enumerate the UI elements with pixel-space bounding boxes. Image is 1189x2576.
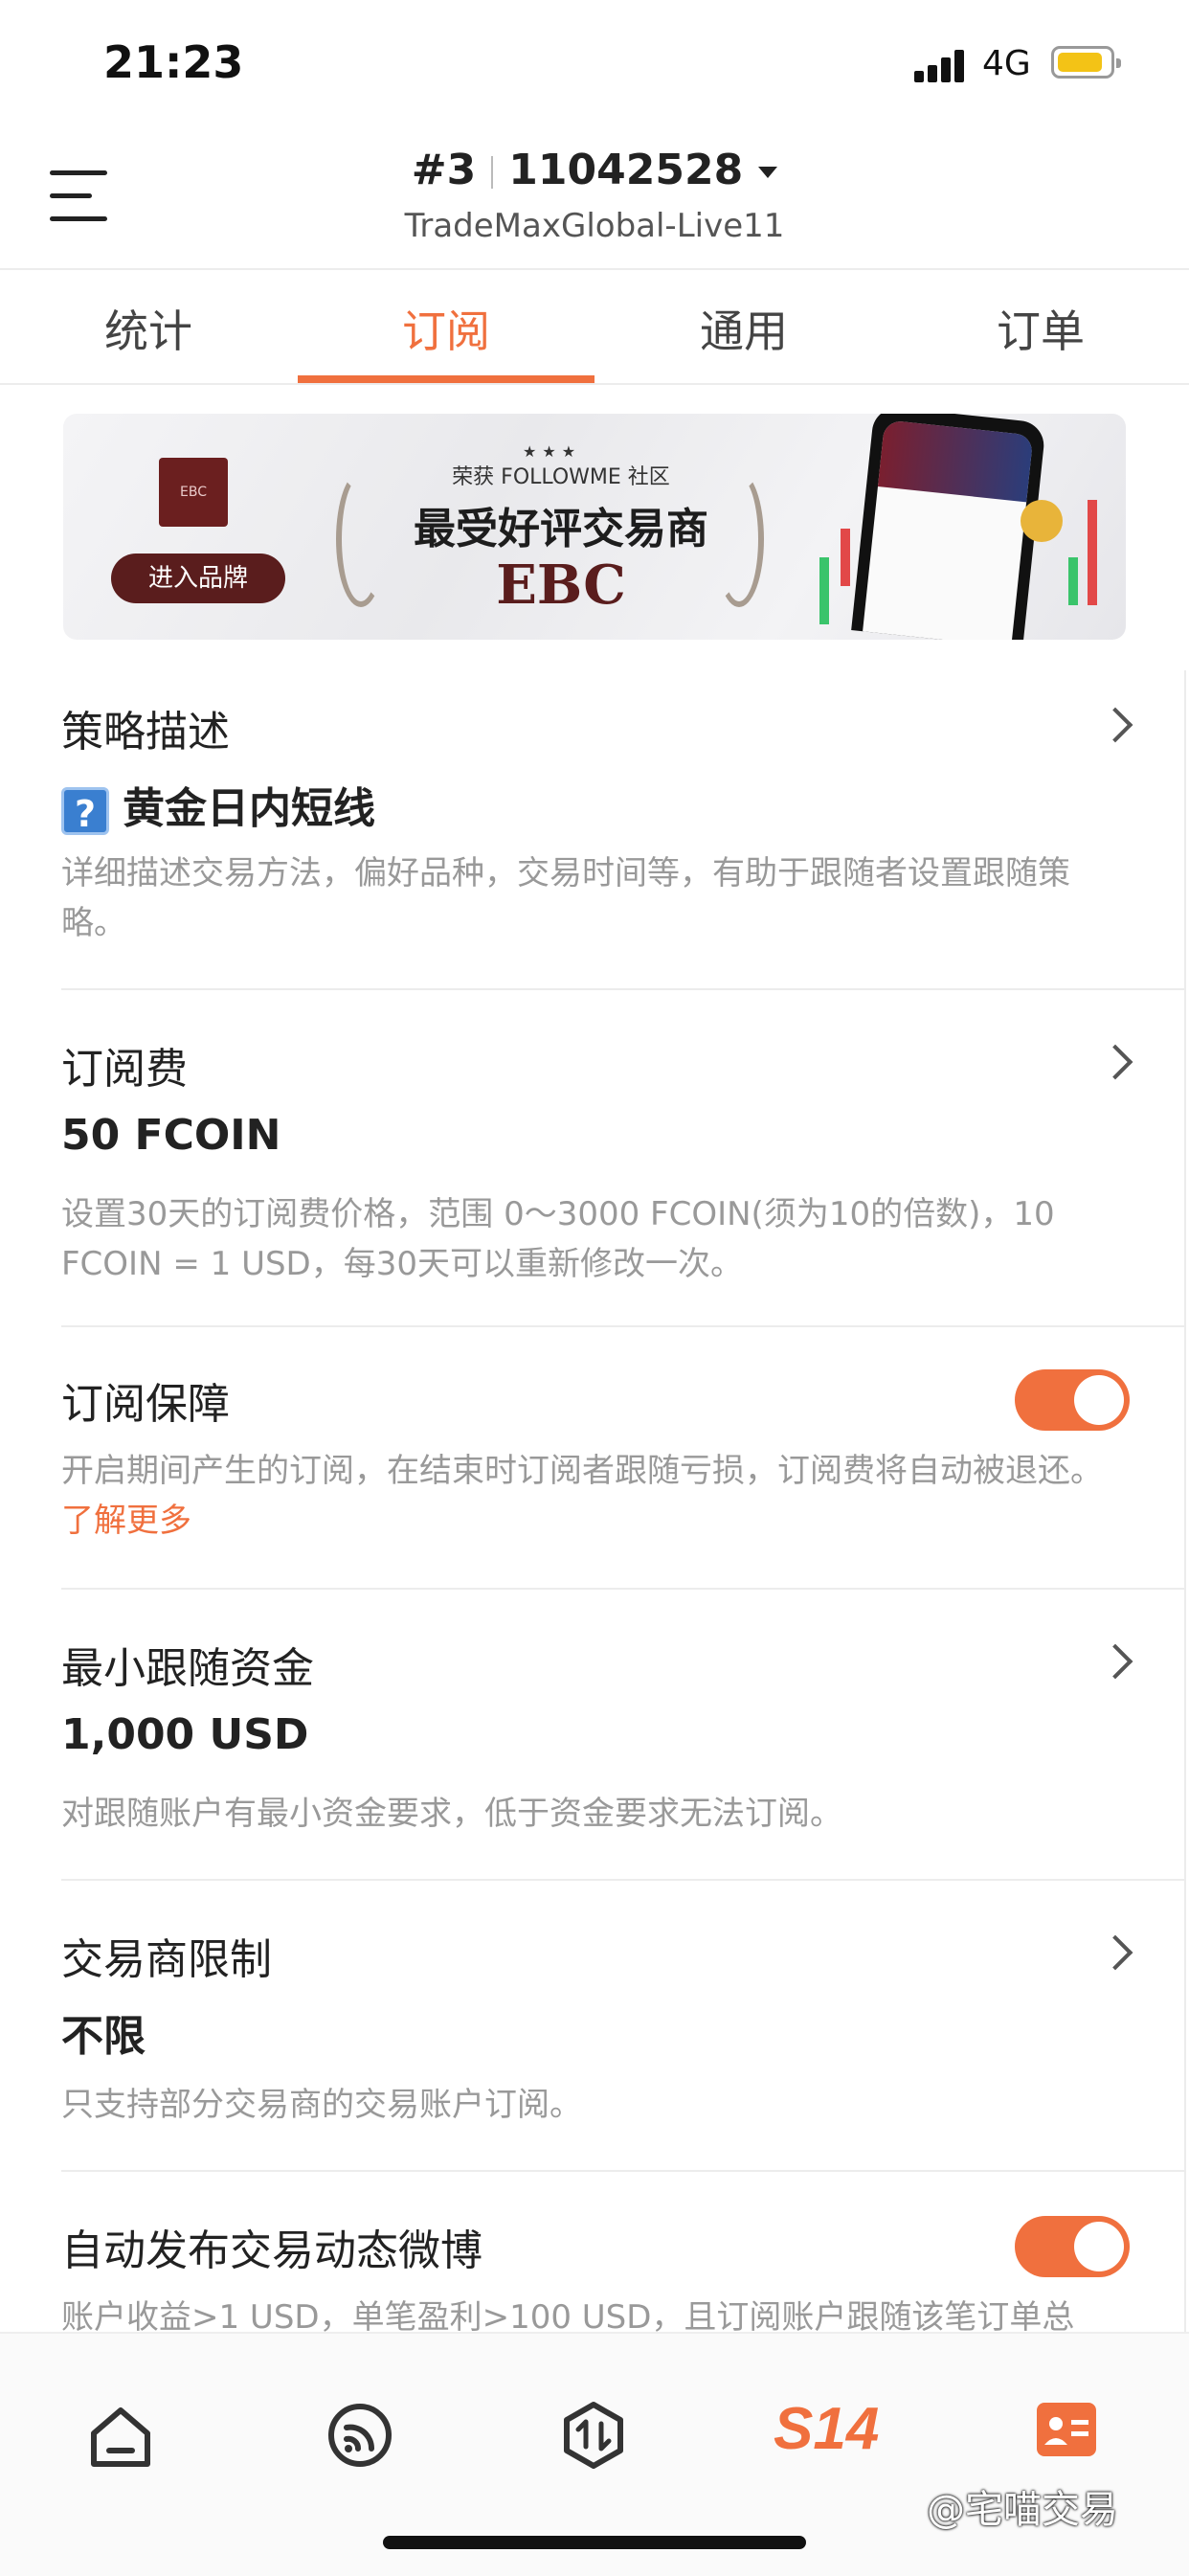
- server-name: TradeMaxGlobal-Live11: [404, 207, 785, 245]
- header: #3 11042528 TradeMaxGlobal-Live11: [0, 124, 1189, 270]
- candle-icon: [819, 557, 829, 624]
- banner-title: 最受好评交易商: [414, 505, 708, 554]
- section-description: 对跟随账户有最小资金要求，低于资金要求无法订阅。: [61, 1795, 842, 1833]
- section-subscription-fee[interactable]: 订阅费 50 FCOIN 设置30天的订阅费价格，范围 0～3000 FCOIN…: [61, 990, 1185, 1327]
- home-icon: [91, 2407, 150, 2467]
- tab-stats[interactable]: 统计: [0, 297, 297, 360]
- section-min-funds[interactable]: 最小跟随资金 1,000 USD 对跟随账户有最小资金要求，低于资金要求无法订阅…: [61, 1590, 1185, 1881]
- section-title: 策略描述: [61, 708, 230, 757]
- question-icon: ?: [61, 787, 109, 835]
- auto-post-toggle[interactable]: [1015, 2216, 1130, 2277]
- strategy-name: 黄金日内短线: [123, 784, 375, 833]
- nav-trade[interactable]: [540, 2384, 645, 2489]
- profile-icon[interactable]: [1037, 2403, 1096, 2456]
- status-time: 21:23: [103, 36, 244, 88]
- active-tab-indicator: [298, 375, 594, 383]
- tab-bar: 统计 订阅 通用 订单: [0, 270, 1189, 385]
- home-indicator[interactable]: [383, 2536, 806, 2549]
- caret-down-icon: [758, 167, 778, 178]
- learn-more-link[interactable]: 了解更多: [61, 1502, 191, 1540]
- banner-brand: EBC: [496, 554, 626, 617]
- candle-icon: [1068, 557, 1078, 605]
- candle-icon: [1088, 500, 1097, 605]
- banner-subtitle: 荣获 FOLLOWME 社区: [452, 465, 670, 489]
- status-bar: 21:23 4G: [0, 0, 1189, 124]
- nav-home[interactable]: [67, 2384, 172, 2489]
- phone-image: [851, 414, 1046, 640]
- battery-icon: [1051, 46, 1121, 79]
- section-description: 设置30天的订阅费价格，范围 0～3000 FCOIN(须为10的倍数)，10 …: [61, 1195, 1055, 1283]
- account-rank: #3: [411, 146, 477, 194]
- enter-brand-button[interactable]: 进入品牌: [111, 554, 285, 603]
- account-divider: [491, 156, 494, 189]
- chevron-right-icon: [1097, 1044, 1133, 1080]
- section-title: 订阅费: [61, 1045, 188, 1094]
- section-description: 只支持部分交易商的交易账户订阅。: [61, 2086, 582, 2124]
- section-broker-limit[interactable]: 交易商限制 不限 只支持部分交易商的交易账户订阅。: [61, 1881, 1185, 2172]
- medal-icon: [1021, 500, 1063, 542]
- stars-icon: ★★★: [523, 442, 582, 461]
- account-number: 11042528: [508, 146, 744, 194]
- subscription-fee-value: 50 FCOIN: [61, 1111, 281, 1160]
- nav-s14[interactable]: S14: [774, 2395, 879, 2463]
- feed-icon: [328, 2404, 392, 2467]
- section-subscription-protection: 订阅保障 开启期间产生的订阅，在结束时订阅者跟随亏损，订阅费将自动被退还。了解更…: [61, 1327, 1185, 1590]
- signal-icon: [914, 48, 968, 82]
- section-title: 自动发布交易动态微博: [61, 2226, 482, 2275]
- ebc-logo: EBC: [159, 458, 228, 527]
- settings-list: 策略描述 ? 黄金日内短线 详细描述交易方法，偏好品种，交易时间等，有助于跟随者设…: [0, 670, 1189, 2332]
- section-description: 开启期间产生的订阅，在结束时订阅者跟随亏损，订阅费将自动被退还。了解更多: [61, 1446, 1124, 1546]
- section-auto-post: 自动发布交易动态微博 账户收益>1 USD，单笔盈利>100 USD，且订阅账户…: [61, 2172, 1185, 2332]
- nav-feed[interactable]: [306, 2384, 412, 2489]
- strategy-value: ? 黄金日内短线: [61, 774, 375, 835]
- section-strategy[interactable]: 策略描述 ? 黄金日内短线 详细描述交易方法，偏好品种，交易时间等，有助于跟随者设…: [61, 670, 1185, 990]
- section-description: 账户收益>1 USD，单笔盈利>100 USD，且订阅账户跟随该笔订单总: [61, 2298, 1075, 2332]
- promo-banner[interactable]: EBC 进入品牌 ★★★ 荣获 FOLLOWME 社区 最受好评交易商 EBC: [63, 414, 1126, 640]
- candle-icon: [841, 529, 850, 586]
- section-title: 最小跟随资金: [61, 1644, 314, 1693]
- broker-limit-value: 不限: [61, 2012, 146, 2061]
- protection-toggle[interactable]: [1015, 1369, 1130, 1431]
- chevron-right-icon: [1097, 1643, 1133, 1680]
- min-funds-value: 1,000 USD: [61, 1710, 309, 1759]
- section-title: 交易商限制: [61, 1935, 272, 1984]
- tab-subscription[interactable]: 订阅: [298, 297, 594, 360]
- account-selector[interactable]: #3 11042528: [0, 146, 1189, 194]
- network-type: 4G: [982, 44, 1031, 83]
- chevron-right-icon: [1097, 707, 1133, 743]
- trade-icon: [564, 2402, 623, 2469]
- tab-general[interactable]: 通用: [595, 297, 892, 360]
- section-description: 详细描述交易方法，偏好品种，交易时间等，有助于跟随者设置跟随策略。: [61, 854, 1070, 942]
- watermark: @宅喵交易: [927, 2488, 1118, 2532]
- protection-description: 开启期间产生的订阅，在结束时订阅者跟随亏损，订阅费将自动被退还。: [61, 1452, 1103, 1490]
- chevron-right-icon: [1097, 1934, 1133, 1971]
- section-title: 订阅保障: [61, 1380, 230, 1429]
- tab-orders[interactable]: 订单: [892, 297, 1189, 360]
